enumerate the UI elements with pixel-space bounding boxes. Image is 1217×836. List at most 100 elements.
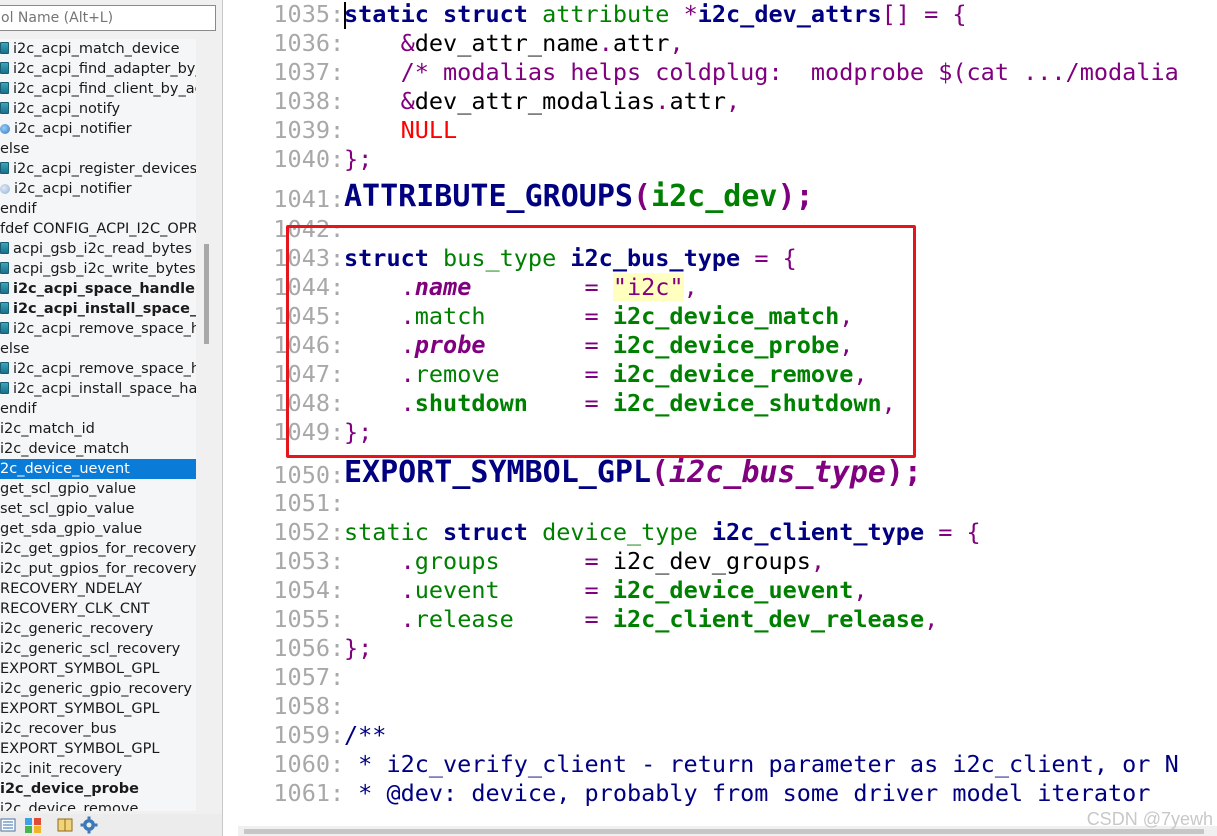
symbol-list-item[interactable]: acpi_gsb_i2c_read_bytes — [0, 239, 196, 259]
code-text: &dev_attr_name.attr, — [344, 29, 684, 58]
function-icon — [0, 82, 9, 94]
symbol-list-item-label: else — [0, 141, 30, 157]
symbol-list-item[interactable]: i2c_recover_bus — [0, 719, 196, 739]
symbol-list-item-label: EXPORT_SYMBOL_GPL — [0, 701, 160, 717]
symbol-list-item[interactable]: i2c_acpi_space_handler — [0, 279, 196, 299]
symbol-list-item-label: i2c_acpi_remove_space_h — [13, 361, 196, 377]
code-token: = { — [924, 518, 981, 546]
code-token: static — [344, 0, 444, 28]
symbol-list-item[interactable]: i2c_acpi_notifier — [0, 119, 196, 139]
editor-horizontal-scrollbar[interactable] — [238, 826, 1217, 836]
line-number: 1060 — [273, 750, 330, 778]
symbol-list-item-label: i2c_acpi_install_space_ha — [13, 301, 196, 317]
symbol-list-item[interactable]: else — [0, 339, 196, 359]
symbol-list-item[interactable]: i2c_acpi_find_adapter_by_ — [0, 59, 196, 79]
symbol-list-item[interactable]: EXPORT_SYMBOL_GPL — [0, 659, 196, 679]
symbol-list-item[interactable]: i2c_acpi_notify — [0, 99, 196, 119]
function-icon — [0, 382, 9, 394]
symbol-list-item-label: EXPORT_SYMBOL_GPL — [0, 661, 160, 677]
code-text: .groups = i2c_dev_groups, — [344, 547, 825, 576]
symbol-list-item[interactable]: EXPORT_SYMBOL_GPL — [0, 699, 196, 719]
symbol-list-item[interactable]: i2c_generic_scl_recovery — [0, 639, 196, 659]
symbol-list-item[interactable]: i2c_acpi_match_device — [0, 39, 196, 59]
symbol-panel-toolbar — [0, 814, 222, 836]
symbol-list-item[interactable]: RECOVERY_NDELAY — [0, 579, 196, 599]
symbol-list-item[interactable]: i2c_generic_recovery — [0, 619, 196, 639]
code-text: static struct device_type i2c_client_typ… — [344, 518, 981, 547]
highlight-annotation-box — [286, 225, 916, 458]
code-token: ( — [651, 455, 670, 490]
symbol-list-item[interactable]: i2c_device_remove — [0, 799, 196, 811]
struct-icon — [0, 184, 10, 194]
code-token: attribute — [542, 0, 684, 28]
symbol-list-item[interactable]: i2c_acpi_install_space_ha — [0, 299, 196, 319]
code-text: NULL — [344, 116, 458, 145]
symbol-list-item[interactable]: fdef CONFIG_ACPI_I2C_OPR — [0, 219, 196, 239]
line-number: 1052 — [273, 518, 330, 546]
symbol-list-item[interactable]: get_scl_gpio_value — [0, 479, 196, 499]
symbol-grid-icon[interactable] — [24, 816, 42, 834]
book-icon[interactable] — [56, 816, 74, 834]
symbol-search-input[interactable] — [0, 5, 216, 31]
symbol-list-item[interactable]: endif — [0, 399, 196, 419]
symbol-list-icon[interactable] — [0, 816, 18, 834]
symbol-list-item[interactable]: 2c_device_uevent — [0, 459, 196, 479]
horizontal-scrollbar-thumb[interactable] — [244, 829, 1204, 834]
symbol-list-item[interactable]: i2c_device_match — [0, 439, 196, 459]
line-number: 1039 — [273, 116, 330, 144]
watermark: CSDN @7yewh — [1086, 809, 1213, 829]
symbol-list-item[interactable]: i2c_init_recovery — [0, 759, 196, 779]
symbol-list-item[interactable]: i2c_acpi_remove_space_h — [0, 359, 196, 379]
symbol-list[interactable]: i2c_acpi_match_device i2c_acpi_find_adapt… — [0, 39, 196, 811]
symbol-list-item[interactable]: else — [0, 139, 196, 159]
code-line: 1040:}; — [238, 145, 372, 174]
symbol-list-item-label: acpi_gsb_i2c_read_bytes — [13, 241, 192, 257]
code-token: . — [400, 547, 415, 575]
symbol-list-item[interactable]: i2c_get_gpios_for_recovery — [0, 539, 196, 559]
symbol-list-item-label: RECOVERY_CLK_CNT — [0, 601, 150, 617]
code-line: 1056:}; — [238, 634, 372, 663]
symbol-list-item-label: i2c_acpi_notifier — [14, 121, 132, 137]
symbol-list-item[interactable]: i2c_acpi_find_client_by_ad — [0, 79, 196, 99]
symbol-list-item[interactable]: RECOVERY_CLK_CNT — [0, 599, 196, 619]
symbol-list-item[interactable]: EXPORT_SYMBOL_GPL — [0, 739, 196, 759]
symbol-list-item[interactable]: i2c_generic_gpio_recovery — [0, 679, 196, 699]
code-line: 1055: .release = i2c_client_dev_release, — [238, 605, 938, 634]
symbol-list-item[interactable]: acpi_gsb_i2c_write_bytes — [0, 259, 196, 279]
symbol-list-item[interactable]: i2c_device_probe — [0, 779, 196, 799]
symbol-list-item[interactable]: i2c_match_id — [0, 419, 196, 439]
code-token: = — [584, 547, 613, 575]
symbol-list-item[interactable]: set_scl_gpio_value — [0, 499, 196, 519]
symbol-list-item[interactable]: i2c_acpi_register_devices — [0, 159, 196, 179]
code-text: ATTRIBUTE_GROUPS(i2c_dev); — [344, 180, 814, 213]
settings-gear-icon[interactable] — [80, 816, 98, 834]
symbol-list-item[interactable]: endif — [0, 199, 196, 219]
symbol-list-item[interactable]: i2c_acpi_install_space_han — [0, 379, 196, 399]
code-text: /* modalias helps coldplug: modprobe $(c… — [344, 58, 1179, 87]
symbol-list-item-label: i2c_acpi_install_space_han — [13, 381, 196, 397]
code-text: static struct attribute *i2c_dev_attrs[]… — [344, 0, 967, 29]
symbol-list-scrollbar[interactable] — [200, 39, 212, 811]
symbol-list-item[interactable]: get_sda_gpio_value — [0, 519, 196, 539]
variable-icon — [0, 124, 10, 134]
symbol-list-item[interactable]: i2c_acpi_remove_space_h — [0, 319, 196, 339]
symbol-list-item[interactable]: i2c_put_gpios_for_recovery — [0, 559, 196, 579]
function-icon — [0, 362, 9, 374]
symbol-panel: i2c_acpi_match_device i2c_acpi_find_adapt… — [0, 0, 223, 836]
code-token: & — [400, 29, 415, 57]
symbol-list-item-label: endif — [0, 201, 37, 217]
code-text: * @dev: device, probably from some drive… — [344, 779, 1150, 808]
function-icon — [0, 282, 9, 294]
code-line: 1052: static struct device_type i2c_clien… — [238, 518, 980, 547]
code-text: }; — [344, 634, 372, 663]
line-number: 1051 — [273, 489, 330, 517]
symbol-list-item-label: i2c_acpi_match_device — [13, 41, 180, 57]
code-token: = — [584, 605, 613, 633]
scrollbar-thumb[interactable] — [204, 244, 209, 344]
code-token: . — [400, 605, 415, 633]
function-icon — [0, 302, 9, 314]
code-token: }; — [344, 634, 373, 662]
code-line: 1037: /* modalias helps coldplug: modpro… — [238, 58, 1178, 87]
symbol-list-item[interactable]: i2c_acpi_notifier — [0, 179, 196, 199]
